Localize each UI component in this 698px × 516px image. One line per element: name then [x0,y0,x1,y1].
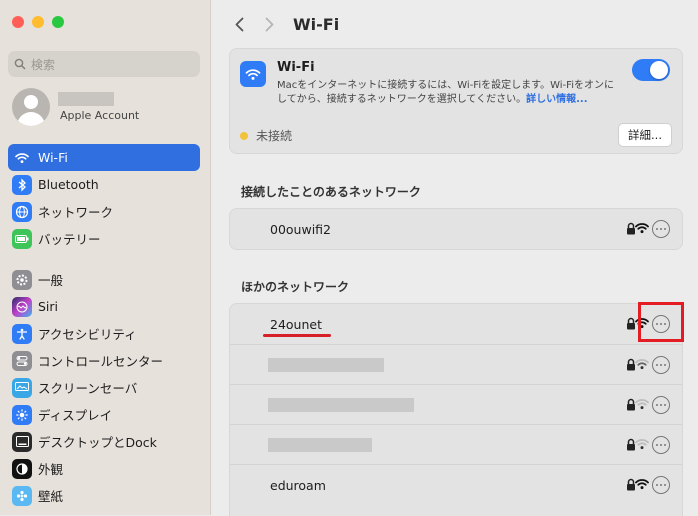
main-panel: Wi-Fi Wi-Fi Macをインターネットに接続するには、Wi-Fiを設定し… [211,0,698,516]
details-button[interactable]: 詳細... [618,123,672,147]
chevron-right-icon [265,17,273,31]
more-options-button[interactable] [652,476,670,494]
more-options-button[interactable] [652,356,670,374]
sidebar-item-desktop-dock[interactable]: デスクトップとDock [8,428,200,455]
sidebar-item-wallpaper[interactable]: 壁紙 [8,482,200,509]
chevron-left-icon [235,17,243,31]
avatar [12,88,50,126]
close-button[interactable] [12,16,24,28]
network-row[interactable]: 24ounet [230,302,684,344]
wallpaper-icon [12,485,32,506]
sidebar-item-accessibility[interactable]: アクセシビリティ [8,320,200,347]
screensaver-icon [12,377,32,398]
wifi-toggle[interactable] [632,59,670,81]
apple-account[interactable]: Apple Account [12,88,139,126]
desktop-dock-icon [12,431,32,452]
sidebar-item-label: コントロールセンター [38,354,164,369]
wifi-signal-icon [635,479,649,490]
sidebar-item-label: アクセシビリティ [38,327,137,342]
page-title: Wi-Fi [293,14,340,34]
network-name: eduroam [270,477,326,493]
sidebar-item-network[interactable]: ネットワーク [8,198,200,225]
wifi-card: Wi-Fi Macをインターネットに接続するには、Wi-Fiを設定します。Wi-… [229,48,683,154]
network-row[interactable] [230,384,682,425]
search-icon [14,58,26,70]
sidebar-item-label: スクリーンセーバ [38,381,138,396]
control-center-icon [12,350,32,371]
wifi-icon [12,148,32,168]
more-options-button[interactable] [652,436,670,454]
network-name: 00ouwifi2 [270,221,331,237]
wifi-signal-icon [635,439,649,450]
bluetooth-icon [12,174,32,195]
network-name-redacted [268,438,372,452]
sidebar-item-wifi[interactable]: Wi-Fi [8,144,200,171]
sidebar-item-appearance[interactable]: 外観 [8,455,200,482]
wifi-signal-icon [635,223,649,234]
sidebar-nav-group-1: Wi-Fi Bluetooth ネットワーク バッテリー [8,144,200,252]
wifi-signal-icon [635,399,649,410]
sidebar-item-label: 外観 [38,462,64,477]
known-networks-heading: 接続したことのあるネットワーク [241,185,421,199]
sidebar-item-screensaver[interactable]: スクリーンセーバ [8,374,200,401]
network-name-redacted [268,398,414,412]
appearance-icon [12,458,32,479]
search-placeholder: 検索 [31,57,56,72]
zoom-button[interactable] [52,16,64,28]
sidebar-item-label: 壁紙 [38,489,64,504]
sidebar-item-label: 一般 [38,273,64,288]
minimize-button[interactable] [32,16,44,28]
known-networks-list: 00ouwifi2 [229,208,683,250]
search-input[interactable]: 検索 [8,51,200,77]
accessibility-icon [12,323,32,344]
sidebar-nav-group-2: 一般 Siri アクセシビリティ コントロールセンター スクリーンセーバ ディス… [8,266,200,509]
more-options-button[interactable] [652,396,670,414]
window-controls [12,16,64,28]
sidebar-item-display[interactable]: ディスプレイ [8,401,200,428]
other-networks-list: 24ounet eduroam [229,302,684,516]
highlight-box [638,302,684,342]
more-info-link[interactable]: 詳しい情報... [526,94,587,105]
network-name: 24ounet [270,316,322,332]
account-label: Apple Account [60,109,140,122]
wifi-card-title: Wi-Fi [277,60,315,75]
status-indicator [240,131,248,140]
toolbar: Wi-Fi [229,12,339,36]
sidebar-item-label: Bluetooth [38,177,99,192]
network-row[interactable]: eduroam [230,464,682,505]
connection-status: 未接続 [240,127,292,144]
network-row[interactable] [230,424,682,465]
status-text: 未接続 [256,129,293,143]
sidebar-item-control-center[interactable]: コントロールセンター [8,347,200,374]
sidebar: 検索 Apple Account Wi-Fi Bluetooth ネットワーク … [0,0,211,515]
globe-icon [12,201,32,222]
network-row[interactable]: 00ouwifi2 [230,209,682,249]
more-options-button[interactable] [652,220,670,238]
sidebar-item-battery[interactable]: バッテリー [8,225,200,252]
siri-icon [12,296,32,317]
battery-icon [12,228,32,249]
back-button[interactable] [229,12,249,36]
sidebar-item-label: ディスプレイ [38,408,113,423]
account-name-redacted [58,92,114,106]
sidebar-item-label: ネットワーク [38,205,114,220]
sidebar-item-siri[interactable]: Siri [8,293,200,320]
settings-window: 検索 Apple Account Wi-Fi Bluetooth ネットワーク … [0,0,698,516]
sidebar-item-label: デスクトップとDock [38,435,157,450]
other-networks-heading: ほかのネットワーク [241,280,350,294]
sidebar-item-label: Siri [38,299,59,314]
sidebar-item-general[interactable]: 一般 [8,266,200,293]
display-icon [12,404,32,425]
wifi-description: Macをインターネットに接続するには、Wi-Fiを設定します。Wi-Fiをオンに… [277,79,617,107]
network-row[interactable] [230,344,682,385]
sidebar-item-label: Wi-Fi [38,150,68,165]
sidebar-item-label: バッテリー [38,232,101,247]
wifi-icon [240,61,266,87]
gear-icon [12,269,32,290]
wifi-signal-icon [635,359,649,370]
sidebar-item-bluetooth[interactable]: Bluetooth [8,171,200,198]
highlight-underline [263,334,331,337]
network-name-redacted [268,358,384,372]
forward-button[interactable] [259,12,279,36]
